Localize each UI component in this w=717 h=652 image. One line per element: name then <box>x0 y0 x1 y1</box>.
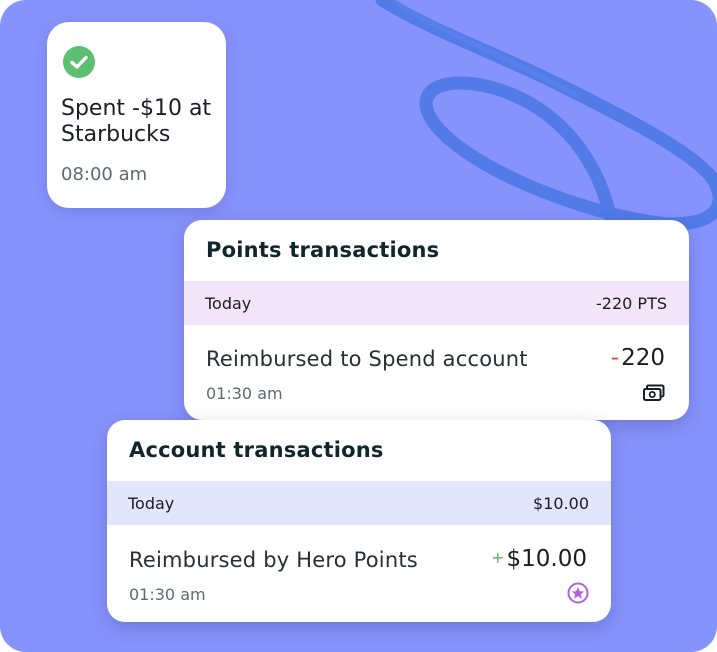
transaction-time: 01:30 am <box>129 585 206 604</box>
spend-notification-card[interactable]: Spent -$10 at Starbucks 08:00 am <box>47 22 226 208</box>
star-circle-icon <box>567 582 589 604</box>
amount-sign: - <box>610 345 620 371</box>
amount-value: $10.00 <box>506 546 587 572</box>
points-group-label: Today <box>205 294 252 313</box>
notification-title: Spent -$10 at Starbucks <box>61 96 212 147</box>
transaction-amount: -220 <box>611 345 665 371</box>
amount-value: 220 <box>621 345 665 371</box>
cash-icon <box>643 384 665 401</box>
transaction-amount: +$10.00 <box>491 546 587 572</box>
points-group-total: -220 PTS <box>596 294 667 313</box>
transaction-time: 01:30 am <box>206 384 283 403</box>
account-group-label: Today <box>128 494 175 513</box>
points-group-header: Today -220 PTS <box>184 281 689 325</box>
transaction-label: Reimbursed to Spend account <box>206 347 528 371</box>
transaction-label: Reimbursed by Hero Points <box>129 548 418 572</box>
account-group-total: $10.00 <box>533 494 589 513</box>
account-card-title: Account transactions <box>129 438 384 462</box>
notification-time: 08:00 am <box>61 164 148 185</box>
points-transactions-card[interactable]: Points transactions Today -220 PTS Reimb… <box>184 220 689 420</box>
points-card-title: Points transactions <box>206 238 440 262</box>
check-circle-icon <box>63 46 95 78</box>
account-group-header: Today $10.00 <box>107 481 611 525</box>
amount-sign: + <box>491 548 505 567</box>
account-transactions-card[interactable]: Account transactions Today $10.00 Reimbu… <box>107 420 611 622</box>
background-canvas: Spent -$10 at Starbucks 08:00 am Points … <box>0 0 717 652</box>
